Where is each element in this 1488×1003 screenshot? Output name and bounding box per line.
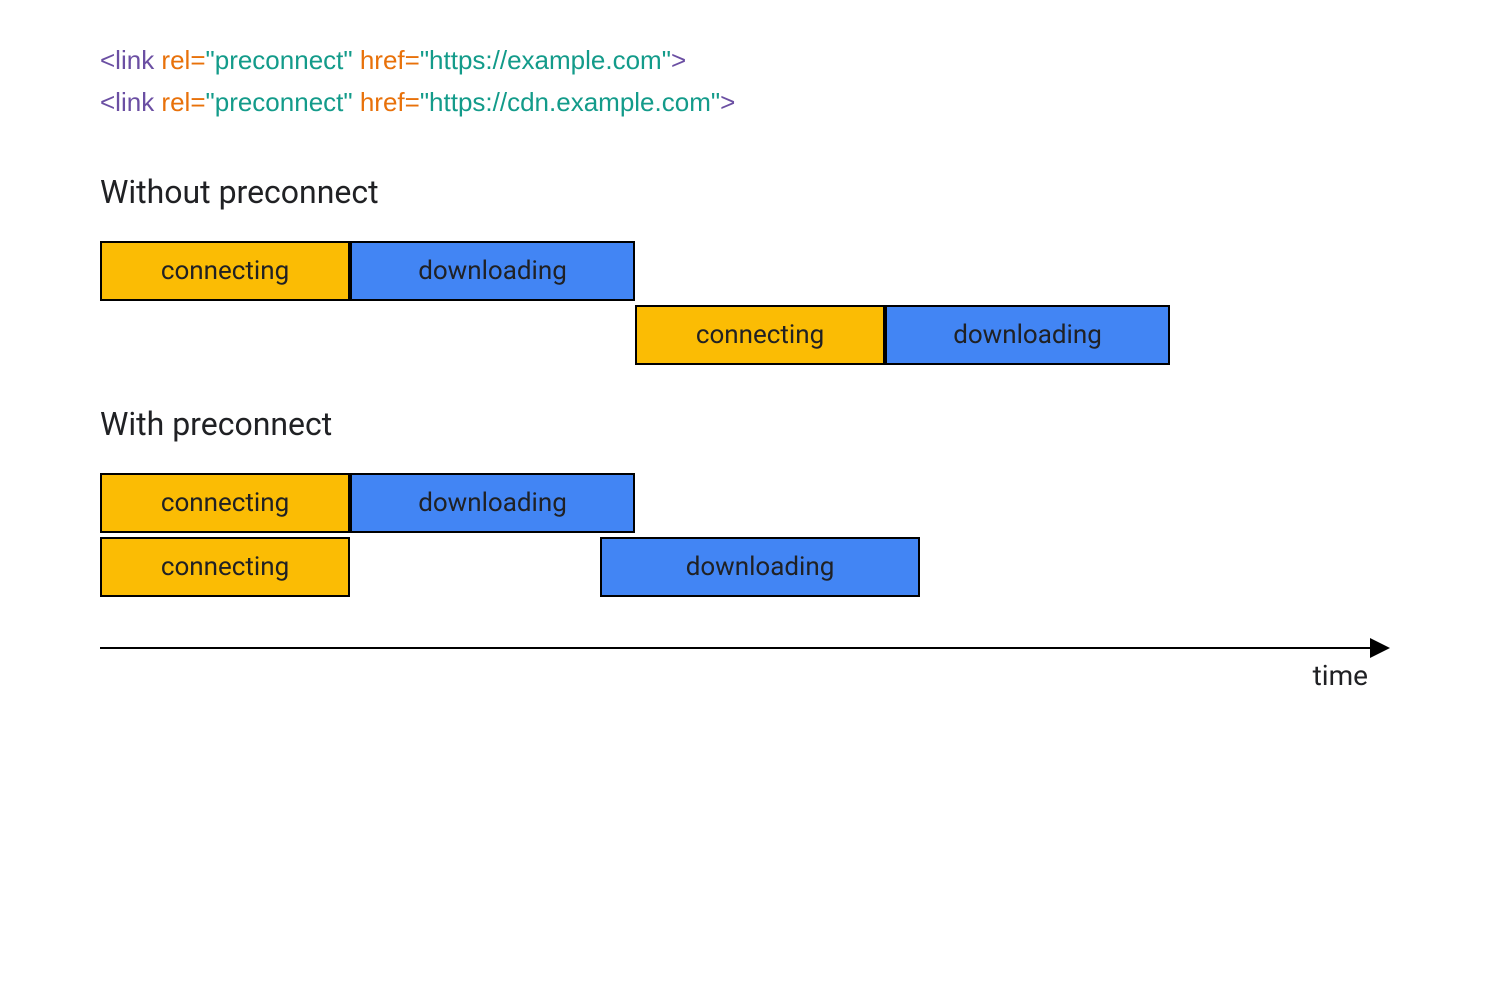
code-tag-open: <link bbox=[100, 87, 161, 117]
section-title-without: Without preconnect bbox=[100, 173, 1388, 211]
bar-offset bbox=[100, 305, 635, 365]
code-val-href: "https://cdn.example.com" bbox=[420, 87, 720, 117]
bar-connecting: connecting bbox=[635, 305, 885, 365]
code-tag-open: <link bbox=[100, 45, 161, 75]
code-attr-rel: rel= bbox=[161, 45, 205, 75]
bar-connecting: connecting bbox=[100, 537, 350, 597]
code-val-rel: "preconnect" bbox=[206, 45, 360, 75]
timeline-row-without-2: connecting downloading bbox=[100, 305, 1388, 365]
code-block: <link rel="preconnect" href="https://exa… bbox=[100, 40, 1388, 123]
code-attr-href: href= bbox=[360, 87, 420, 117]
code-val-href: "https://example.com" bbox=[420, 45, 671, 75]
bar-downloading: downloading bbox=[600, 537, 920, 597]
bar-downloading: downloading bbox=[885, 305, 1170, 365]
code-tag-close: > bbox=[720, 87, 735, 117]
section-title-with: With preconnect bbox=[100, 405, 1388, 443]
bar-downloading: downloading bbox=[350, 241, 635, 301]
bar-connecting: connecting bbox=[100, 473, 350, 533]
timeline-row-without-1: connecting downloading bbox=[100, 241, 1388, 301]
code-attr-rel: rel= bbox=[161, 87, 205, 117]
bar-downloading: downloading bbox=[350, 473, 635, 533]
code-line-2: <link rel="preconnect" href="https://cdn… bbox=[100, 82, 1388, 124]
timeline-row-with-2: connecting downloading bbox=[100, 537, 1388, 597]
code-line-1: <link rel="preconnect" href="https://exa… bbox=[100, 40, 1388, 82]
code-val-rel: "preconnect" bbox=[206, 87, 360, 117]
axis-label: time bbox=[100, 659, 1388, 692]
code-tag-close: > bbox=[671, 45, 686, 75]
code-attr-href: href= bbox=[360, 45, 420, 75]
timeline-row-with-1: connecting downloading bbox=[100, 473, 1388, 533]
axis-line bbox=[100, 647, 1388, 649]
bar-gap bbox=[350, 537, 600, 597]
arrow-right-icon bbox=[1370, 638, 1390, 658]
bar-connecting: connecting bbox=[100, 241, 350, 301]
time-axis: time bbox=[100, 647, 1388, 692]
